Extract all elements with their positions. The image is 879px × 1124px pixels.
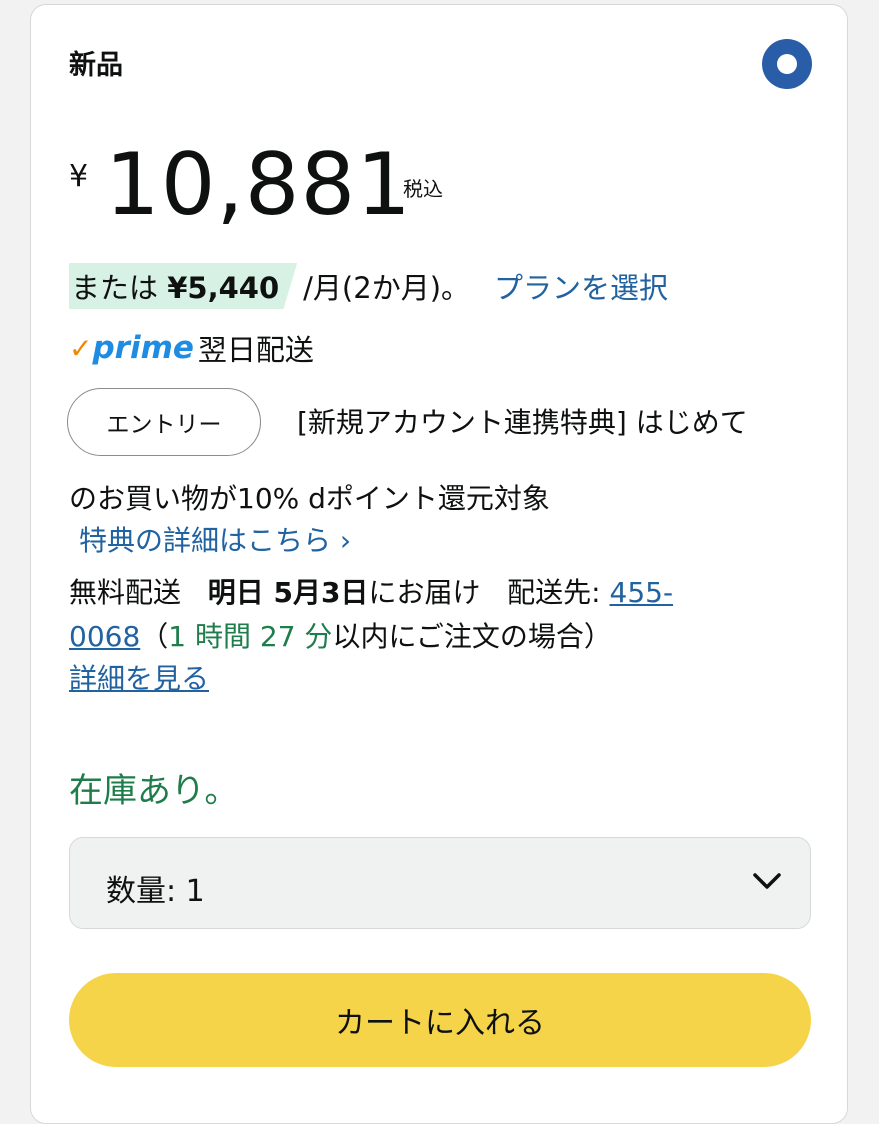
postal-code-link[interactable]: 455- bbox=[610, 576, 674, 609]
tax-label: 税込 bbox=[403, 177, 443, 201]
promo-text-line2: のお買い物が10% dポイント還元対象 bbox=[69, 482, 550, 515]
price-amount: 10,881 bbox=[105, 135, 412, 235]
condition-radio-button[interactable] bbox=[762, 39, 812, 89]
stock-status: 在庫あり。 bbox=[69, 771, 239, 811]
installment-prefix: または bbox=[71, 271, 159, 305]
delivery-date: 明日 5月3日 bbox=[207, 576, 369, 609]
postal-code-link-cont[interactable]: 0068 bbox=[69, 620, 140, 653]
prime-logo: prime bbox=[92, 330, 194, 366]
quantity-label: 数量: 1 bbox=[106, 874, 205, 909]
price-currency: ¥ bbox=[69, 159, 89, 194]
order-countdown: 1 時間 27 分 bbox=[168, 620, 333, 653]
ship-to-label: 配送先: bbox=[507, 576, 601, 609]
condition-label: 新品 bbox=[69, 50, 123, 81]
installment-row: または ¥5,440 /月(2か月)。 プランを選択 bbox=[69, 263, 668, 309]
installment-highlight: または ¥5,440 bbox=[69, 263, 298, 309]
promo-details-link[interactable]: 特典の詳細はこちら › bbox=[79, 519, 351, 559]
promo-text-line1: [新規アカウント連携特典] はじめて bbox=[297, 406, 748, 439]
prime-delivery-text: 翌日配送 bbox=[197, 333, 314, 367]
chevron-down-icon bbox=[753, 873, 781, 889]
quantity-value: 1 bbox=[185, 874, 205, 909]
select-plan-link[interactable]: プランを選択 bbox=[494, 265, 668, 307]
entry-button[interactable]: エントリー bbox=[67, 388, 261, 456]
open-paren: （ bbox=[140, 620, 169, 653]
prime-row: ✓ prime 翌日配送 bbox=[69, 327, 314, 369]
delivery-details-link[interactable]: 詳細を見る bbox=[69, 657, 209, 697]
installment-suffix: /月(2か月)。 bbox=[303, 271, 471, 305]
prime-check-icon: ✓ bbox=[69, 331, 93, 365]
radio-selected-icon bbox=[777, 54, 797, 74]
free-shipping-label: 無料配送 bbox=[69, 576, 182, 609]
order-suffix: 以内にご注文の場合） bbox=[332, 620, 612, 653]
buy-box-card: 新品 ¥ 10,881 税込 または ¥5,440 /月(2か月)。 プランを選… bbox=[30, 4, 848, 1124]
installment-amount: ¥5,440 bbox=[167, 271, 280, 305]
quantity-select[interactable]: 数量: 1 bbox=[69, 837, 811, 929]
delivery-suffix: にお届け bbox=[368, 576, 481, 609]
add-to-cart-button[interactable]: カートに入れる bbox=[69, 973, 811, 1067]
delivery-info: 無料配送 明日 5月3日にお届け 配送先: 455- 0068（1 時間 27 分… bbox=[69, 571, 829, 659]
